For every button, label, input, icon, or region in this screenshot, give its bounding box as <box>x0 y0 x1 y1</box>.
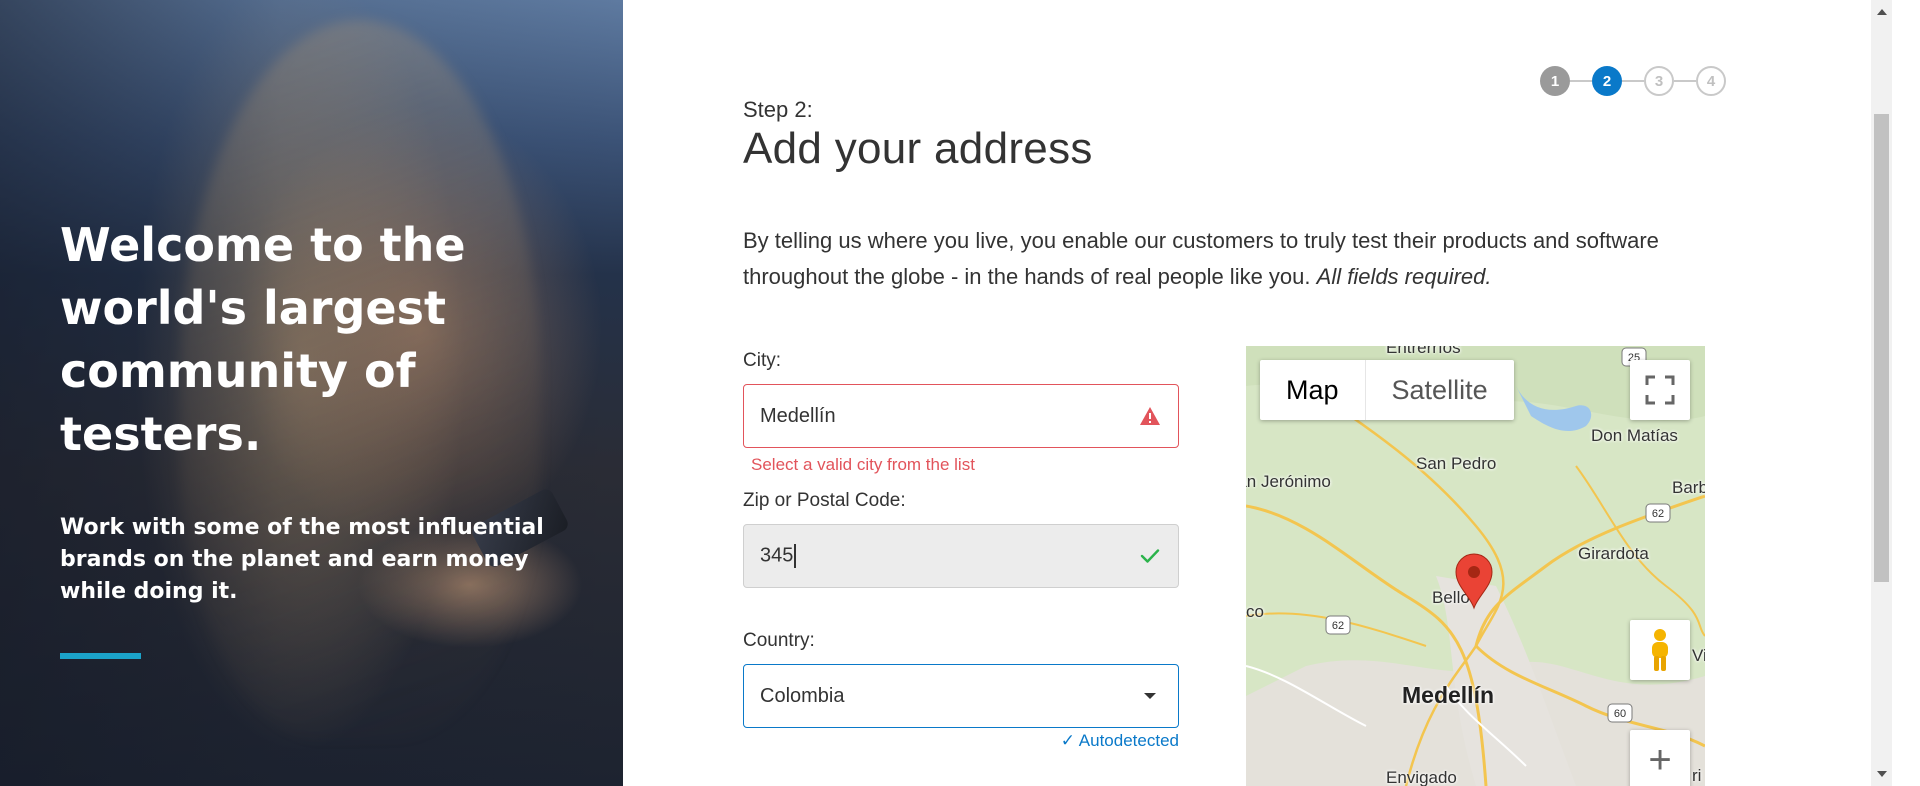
fullscreen-icon <box>1645 375 1675 405</box>
scroll-up-arrow-icon[interactable] <box>1874 4 1889 20</box>
hero-subtitle: Work with some of the most influential b… <box>60 515 544 604</box>
pegman-icon <box>1652 629 1668 671</box>
map-label-don-matias: Don Matías <box>1591 426 1678 445</box>
fullscreen-button[interactable] <box>1630 360 1690 420</box>
zoom-in-button[interactable]: + <box>1630 730 1690 786</box>
map[interactable]: 25 62 62 60 Entrerríos Don Matías San Pe… <box>1246 346 1705 786</box>
required-note: All fields required. <box>1316 264 1492 289</box>
text-cursor <box>794 544 797 568</box>
hero-accent-bar <box>60 653 141 659</box>
map-type-satellite-button[interactable]: Satellite <box>1366 360 1514 420</box>
map-label-ri: ri <box>1692 766 1702 785</box>
svg-text:60: 60 <box>1614 708 1626 720</box>
scrollbar-thumb[interactable] <box>1874 114 1889 582</box>
hero-panel: Welcome to the world's largest community… <box>0 0 623 786</box>
svg-text:62: 62 <box>1652 508 1664 520</box>
page: Welcome to the world's largest community… <box>0 0 1920 786</box>
city-error-message: Select a valid city from the list <box>751 455 975 474</box>
progress-stepper: 1 2 3 4 <box>1540 66 1726 96</box>
scroll-down-arrow-icon[interactable] <box>1874 766 1889 782</box>
city-input[interactable]: Medellín <box>743 384 1179 448</box>
map-label-san-jeronimo: San Jerónimo <box>1246 472 1331 491</box>
step-1: 1 <box>1540 66 1570 96</box>
map-label-girardota: Girardota <box>1578 544 1649 563</box>
map-label-envigado: Envigado <box>1386 768 1457 786</box>
city-label: City: <box>743 350 781 371</box>
chevron-down-icon <box>1138 684 1162 708</box>
warning-icon <box>1138 404 1162 428</box>
country-value: Colombia <box>760 684 845 707</box>
autodetected-note: ✓ Autodetected <box>1060 731 1179 750</box>
zip-input[interactable]: 345 <box>743 524 1179 588</box>
svg-text:62: 62 <box>1332 620 1344 632</box>
map-type-control: Map Satellite <box>1260 360 1514 420</box>
page-title: Add your address <box>743 124 1093 173</box>
intro-text: By telling us where you live, you enable… <box>743 228 1659 289</box>
map-pin-icon[interactable] <box>1454 552 1494 610</box>
step-label: Step 2: <box>743 97 813 122</box>
map-label-entrerrios: Entrerríos <box>1386 346 1461 357</box>
step-3: 3 <box>1644 66 1674 96</box>
map-type-map-button[interactable]: Map <box>1260 360 1366 420</box>
zip-label: Zip or Postal Code: <box>743 490 906 511</box>
map-label-barbosa: Barbosa <box>1672 478 1705 497</box>
street-view-pegman-button[interactable] <box>1630 620 1690 680</box>
step-4: 4 <box>1696 66 1726 96</box>
step-2: 2 <box>1592 66 1622 96</box>
country-select[interactable]: Colombia <box>743 664 1179 728</box>
map-label-medellin: Medellín <box>1402 682 1495 708</box>
check-icon <box>1138 544 1162 568</box>
city-value: Medellín <box>760 404 836 427</box>
map-label-vi: Vi <box>1692 646 1705 665</box>
map-label-co: co <box>1246 602 1264 621</box>
hero-title: Welcome to the world's largest community… <box>60 218 466 461</box>
country-label: Country: <box>743 630 815 651</box>
zip-value: 345 <box>760 544 794 567</box>
map-label-san-pedro: San Pedro <box>1416 454 1497 473</box>
